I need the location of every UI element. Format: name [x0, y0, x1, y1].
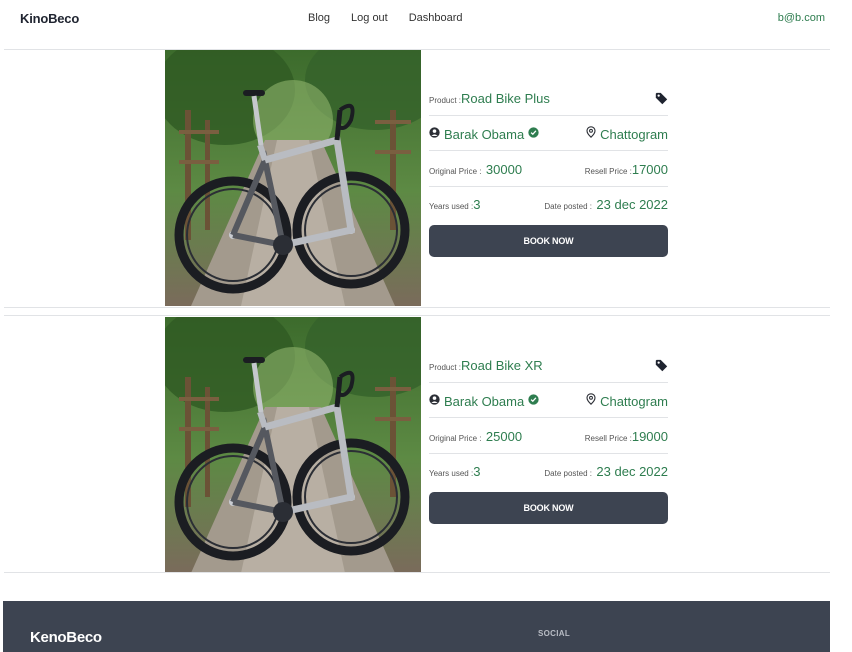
tag-icon[interactable] [655, 92, 668, 105]
original-price-label: Original Price : [429, 434, 482, 443]
product-name: Road Bike Plus [461, 91, 550, 106]
price-row: Original Price : 30000 Resell Price :170… [429, 151, 668, 187]
product-details: Product :Road Bike Plus Barak Obama Chat… [429, 50, 668, 306]
seller-row: Barak Obama Chattogram [429, 383, 668, 418]
product-name-row: Product :Road Bike XR [429, 347, 668, 383]
nav-link-blog[interactable]: Blog [308, 12, 330, 24]
nav-link-dashboard[interactable]: Dashboard [409, 12, 463, 24]
location: Chattogram [600, 126, 668, 142]
user-icon [429, 392, 440, 410]
years-used-label: Years used : [429, 202, 474, 211]
user-email[interactable]: b@b.com [778, 12, 825, 24]
product-name: Road Bike XR [461, 358, 543, 373]
tag-icon[interactable] [655, 359, 668, 372]
date-posted: 23 dec 2022 [596, 197, 668, 212]
product-details: Product :Road Bike XR Barak Obama Chatto… [429, 317, 668, 573]
card-divider [4, 572, 830, 573]
card-divider [4, 307, 830, 308]
nav-link-logout[interactable]: Log out [351, 12, 388, 24]
verified-check-icon [528, 392, 539, 410]
resell-price-label: Resell Price : [584, 167, 632, 176]
footer: KenoBeco SOCIAL [3, 601, 830, 652]
product-image [165, 317, 421, 573]
resell-price-label: Resell Price : [584, 434, 632, 443]
brand-logo[interactable]: KinoBeco [20, 11, 79, 26]
original-price: 30000 [485, 162, 523, 177]
location: Chattogram [600, 393, 668, 409]
footer-social-heading: SOCIAL [538, 629, 571, 638]
resell-price: 17000 [631, 162, 668, 177]
product-card: Product :Road Bike XR Barak Obama Chatto… [4, 315, 830, 573]
date-posted-label: Date posted : [544, 469, 592, 478]
original-price-label: Original Price : [429, 167, 482, 176]
navbar: KinoBeco Blog Log out Dashboard b@b.com [0, 0, 852, 40]
nav-links: Blog Log out Dashboard [308, 12, 463, 24]
years-used-label: Years used : [429, 469, 474, 478]
date-posted: 23 dec 2022 [596, 464, 668, 479]
verified-check-icon [528, 125, 539, 143]
product-name-row: Product :Road Bike Plus [429, 80, 668, 116]
location-pin-icon [586, 125, 596, 143]
product-label: Product : [429, 96, 462, 105]
seller-row: Barak Obama Chattogram [429, 116, 668, 151]
resell-price: 19000 [631, 429, 668, 444]
seller-name: Barak Obama [444, 393, 525, 409]
price-row: Original Price : 25000 Resell Price :190… [429, 418, 668, 454]
book-now-button[interactable]: BOOK NOW [429, 225, 668, 257]
usage-row: Years used :3 Date posted : 23 dec 2022 [429, 187, 668, 222]
usage-row: Years used :3 Date posted : 23 dec 2022 [429, 454, 668, 489]
card-divider [4, 315, 830, 316]
product-card: Product :Road Bike Plus Barak Obama Chat… [4, 50, 830, 308]
product-label: Product : [429, 363, 462, 372]
years-used: 3 [473, 464, 481, 479]
location-pin-icon [586, 392, 596, 410]
book-now-button[interactable]: BOOK NOW [429, 492, 668, 524]
original-price: 25000 [485, 429, 523, 444]
years-used: 3 [473, 197, 481, 212]
product-image [165, 50, 421, 306]
footer-brand[interactable]: KenoBeco [30, 629, 102, 646]
seller-name: Barak Obama [444, 126, 525, 142]
user-icon [429, 125, 440, 143]
date-posted-label: Date posted : [544, 202, 592, 211]
